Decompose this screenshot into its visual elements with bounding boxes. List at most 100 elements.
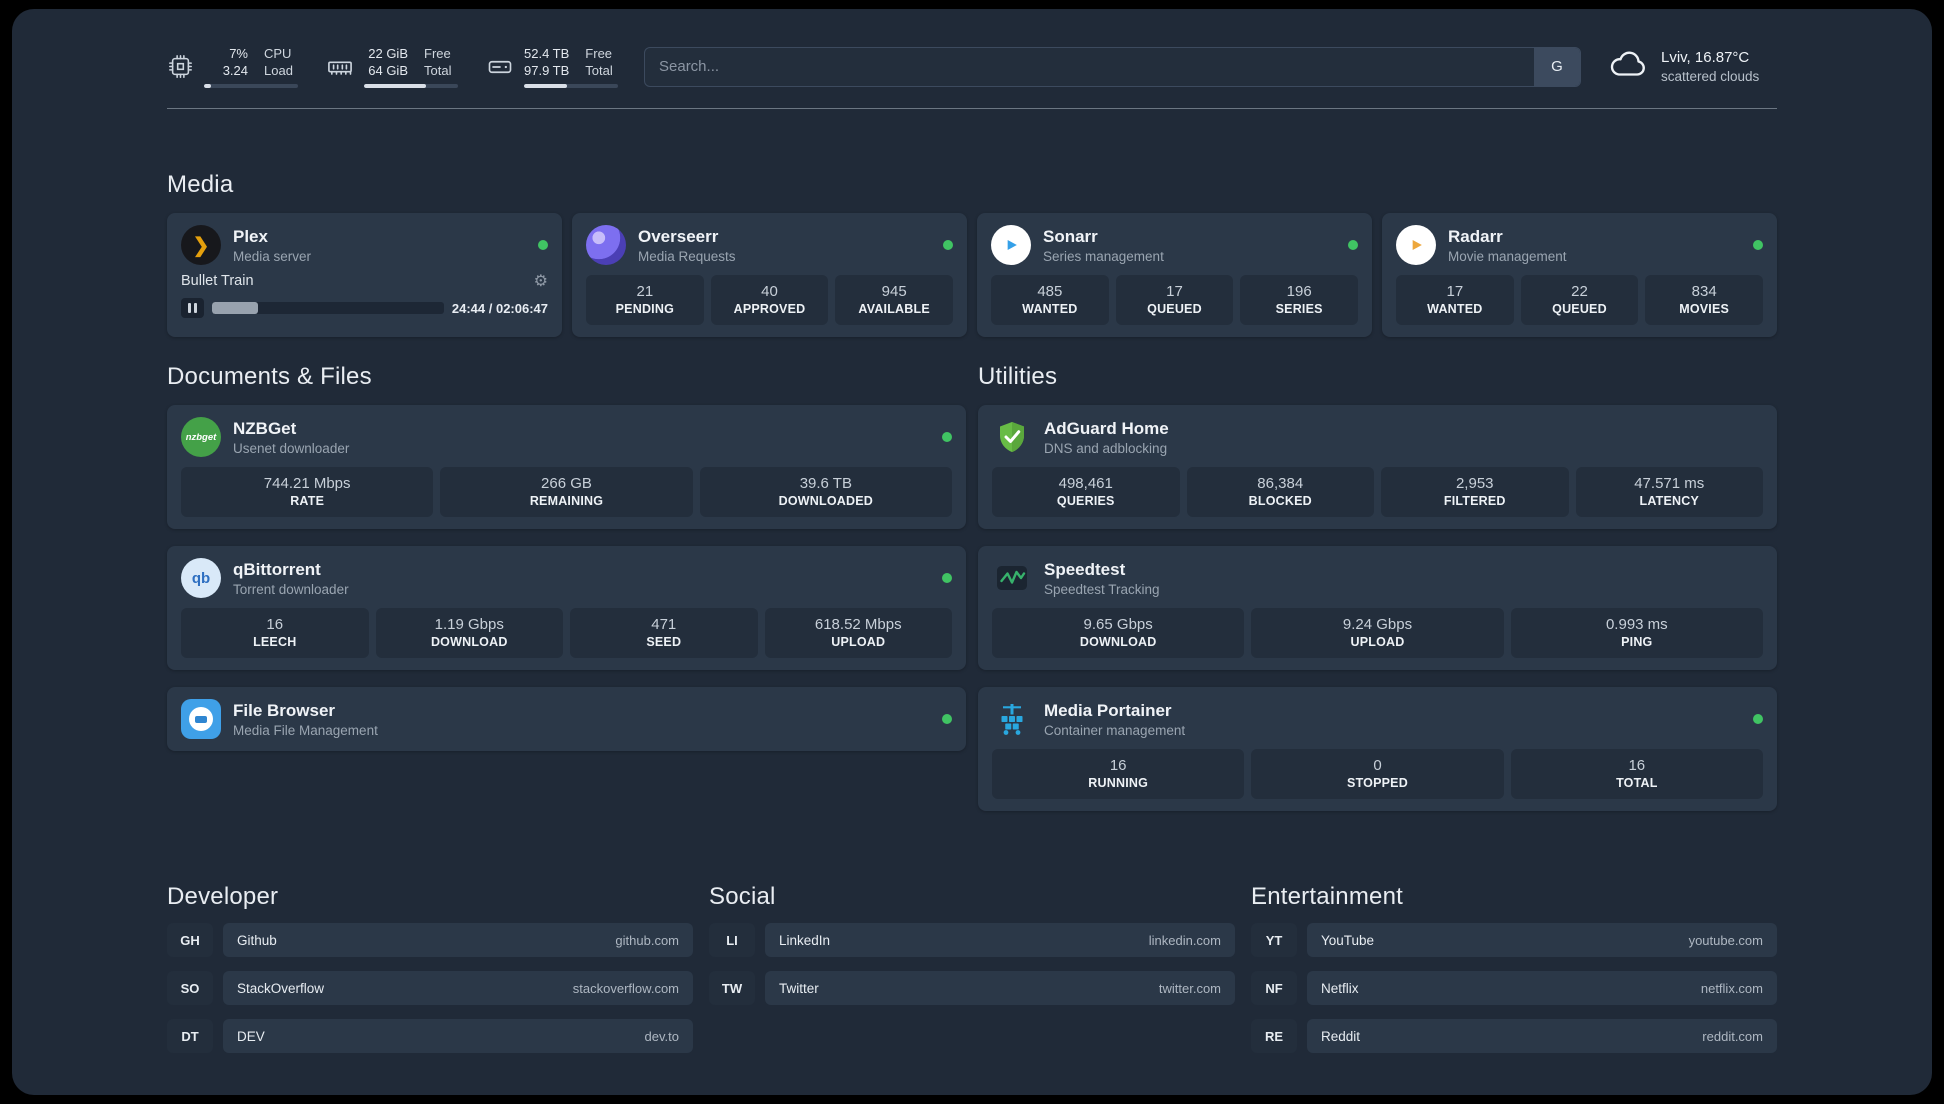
app-card-adguard[interactable]: AdGuard Home DNS and adblocking 498,461 … (978, 405, 1777, 529)
app-card-overseerr[interactable]: Overseerr Media Requests 21 PENDING 40 A… (572, 213, 967, 337)
stat-tile: 0.993 ms PING (1510, 608, 1763, 658)
topbar-divider (167, 108, 1777, 109)
stat-tile: 22 QUEUED (1520, 275, 1639, 325)
stat-value: 485 (1037, 283, 1063, 300)
search-input[interactable] (645, 47, 1534, 86)
stat-label: RATE (290, 494, 325, 508)
app-card-nzbget[interactable]: nzbget NZBGet Usenet downloader 744.21 M… (167, 405, 966, 529)
ram-free-value: 22 GiB (368, 46, 408, 61)
stat-tile: 485 WANTED (991, 275, 1109, 325)
stat-label: QUERIES (1056, 494, 1115, 508)
status-dot (538, 240, 548, 250)
app-card-plex[interactable]: ❯ Plex Media server Bullet Train ⚙ 24:44… (167, 213, 562, 337)
bookmark-reddit[interactable]: RE Reddit reddit.com (1251, 1019, 1777, 1053)
disk-free-value: 52.4 TB (524, 46, 570, 61)
stat-value: 40 (761, 283, 778, 300)
cpu-chip-icon (167, 53, 194, 80)
stat-value: 0.993 ms (1605, 616, 1668, 633)
app-name: Plex (233, 226, 268, 246)
bookmark-abbr: SO (167, 971, 213, 1005)
app-subtitle: Media File Management (233, 722, 378, 738)
weather-widget: Lviv, 16.87°C scattered clouds (1607, 47, 1777, 86)
stat-value: 39.6 TB (799, 475, 852, 492)
cloud-icon (1607, 47, 1649, 86)
app-name: qBittorrent (233, 559, 321, 579)
bookmark-url: stackoverflow.com (572, 980, 679, 996)
stat-label: UPLOAD (1350, 635, 1405, 649)
stat-value: 22 (1571, 283, 1588, 300)
app-subtitle: Movie management (1448, 248, 1567, 264)
section-title-documents: Documents & Files (167, 363, 372, 390)
app-name: Speedtest (1044, 559, 1126, 579)
ram-progress-bar (364, 84, 458, 88)
app-subtitle: Speedtest Tracking (1044, 581, 1160, 597)
stat-tile: 945 AVAILABLE (835, 275, 953, 325)
status-dot (1348, 240, 1358, 250)
portainer-icon (992, 699, 1032, 739)
overseerr-icon (586, 225, 626, 265)
stat-value: 86,384 (1257, 475, 1304, 492)
bookmark-github[interactable]: GH Github github.com (167, 923, 693, 957)
stat-tile: 471 SEED (570, 608, 758, 658)
documents-column: Documents & Files nzbget NZBGet Usenet d… (167, 363, 966, 811)
ram-total-value: 64 GiB (368, 63, 408, 78)
cpu-load-value: 3.24 (222, 63, 248, 78)
cpu-progress-bar (204, 84, 298, 88)
bookmark-url: netflix.com (1700, 980, 1763, 996)
bookmark-name: Netflix (1321, 980, 1359, 996)
stat-value: 1.19 Gbps (434, 616, 504, 633)
stat-tile: 39.6 TB DOWNLOADED (699, 467, 952, 517)
status-dot (1753, 714, 1763, 724)
app-card-radarr[interactable]: Radarr Movie management 17 WANTED 22 QUE… (1382, 213, 1777, 337)
app-name: Overseerr (638, 226, 719, 246)
system-stats: 7% 3.24 CPU Load 22 GiB 64 GiB Free Tota… (167, 45, 618, 88)
gear-icon[interactable]: ⚙ (534, 271, 548, 291)
status-dot (942, 432, 952, 442)
stat-tile: 40 APPROVED (710, 275, 829, 325)
utilities-column: Utilities AdGuard Home DNS and adblockin… (978, 363, 1777, 811)
pause-button[interactable] (181, 298, 204, 318)
stat-tile: 266 GB REMAINING (440, 467, 693, 517)
stat-tile: 47.571 ms LATENCY (1575, 467, 1763, 517)
app-card-sonarr[interactable]: Sonarr Series management 485 WANTED 17 Q… (977, 213, 1372, 337)
bookmark-name: DEV (237, 1028, 265, 1044)
dashboard: 7% 3.24 CPU Load 22 GiB 64 GiB Free Tota… (12, 9, 1932, 1095)
status-dot (943, 240, 953, 250)
bookmark-netflix[interactable]: NF Netflix netflix.com (1251, 971, 1777, 1005)
stat-value: 196 (1286, 283, 1312, 300)
cpu-percent: 7% (229, 46, 248, 61)
stat-tile: 16 LEECH (181, 608, 369, 658)
stat-value: 744.21 Mbps (263, 475, 351, 492)
stat-label: UPLOAD (831, 635, 886, 649)
app-card-portainer[interactable]: Media Portainer Container management 16 … (978, 687, 1777, 811)
app-card-speedtest[interactable]: Speedtest Speedtest Tracking 9.65 Gbps D… (978, 546, 1777, 670)
disk-free-label: Free (585, 46, 613, 61)
playback-progress-bar[interactable] (212, 302, 444, 314)
bookmark-dev[interactable]: DT DEV dev.to (167, 1019, 693, 1053)
bookmark-youtube[interactable]: YT YouTube youtube.com (1251, 923, 1777, 957)
ram-free-label: Free (424, 46, 451, 61)
stat-value: 618.52 Mbps (814, 616, 902, 633)
bookmark-url: twitter.com (1158, 980, 1221, 996)
app-name: AdGuard Home (1044, 418, 1169, 438)
app-card-filebrowser[interactable]: File Browser Media File Management (167, 687, 966, 751)
app-name: Media Portainer (1044, 700, 1172, 720)
bookmark-twitter[interactable]: TW Twitter twitter.com (709, 971, 1235, 1005)
search-bar: G (644, 46, 1581, 87)
stat-tile: 2,953 FILTERED (1381, 467, 1569, 517)
status-dot (1753, 240, 1763, 250)
search-engine-button[interactable]: G (1534, 47, 1580, 86)
bookmark-stackoverflow[interactable]: SO StackOverflow stackoverflow.com (167, 971, 693, 1005)
app-subtitle: Series management (1043, 248, 1164, 264)
weather-location: Lviv, 16.87°C (1661, 48, 1750, 66)
app-card-qbittorrent[interactable]: qb qBittorrent Torrent downloader 16 LEE… (167, 546, 966, 670)
bookmark-linkedin[interactable]: LI LinkedIn linkedin.com (709, 923, 1235, 957)
disk-total-label: Total (585, 63, 613, 78)
app-subtitle: Container management (1044, 722, 1186, 738)
bookmark-url: linkedin.com (1148, 932, 1221, 948)
stat-label: SERIES (1275, 302, 1323, 316)
stat-label: FILTERED (1443, 494, 1506, 508)
status-dot (942, 573, 952, 583)
stat-label: WANTED (1427, 302, 1483, 316)
stat-tile: 0 STOPPED (1251, 749, 1504, 799)
